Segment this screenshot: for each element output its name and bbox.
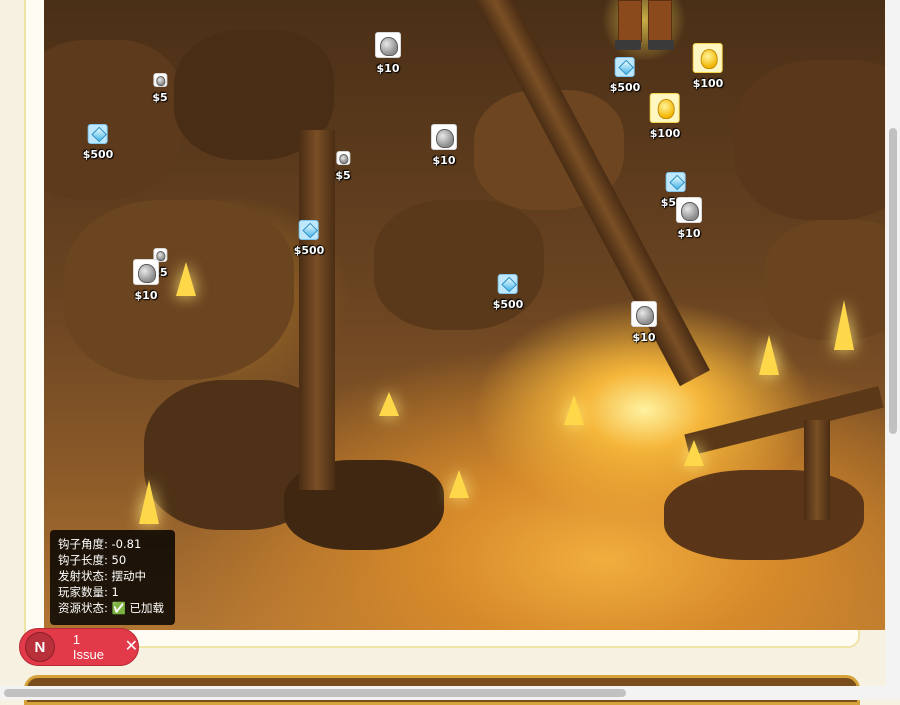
nextjs-logo-icon[interactable]: N	[25, 632, 55, 662]
rock-icon	[431, 124, 457, 150]
item-rock: $10	[676, 197, 702, 241]
miner-glow	[599, 0, 689, 60]
fire-state-readout: 发射状态: 摆动中	[58, 569, 147, 583]
item-diamond: $500	[82, 124, 114, 162]
hook-angle-readout: 钩子角度: -0.81	[58, 537, 142, 551]
player-count-readout: 玩家数量: 1	[58, 585, 119, 599]
horizontal-scrollbar-thumb[interactable]	[4, 689, 626, 697]
item-diamond: $500	[492, 274, 524, 312]
item-value: $5	[335, 169, 351, 182]
rock-icon	[375, 32, 401, 58]
crystal	[379, 392, 399, 416]
gold-nugget-icon	[650, 93, 680, 123]
issue-count-label[interactable]: 1 Issue	[73, 632, 115, 662]
item-value: $500	[492, 298, 524, 311]
item-value: $100	[649, 127, 681, 140]
item-value: $500	[293, 244, 325, 257]
close-icon[interactable]: ✕	[125, 639, 138, 655]
diamond-icon	[299, 220, 319, 240]
issue-badge[interactable]: N 1 Issue ✕	[19, 628, 139, 666]
item-rock: $10	[375, 32, 401, 76]
cave-rock	[734, 60, 885, 220]
item-value: $10	[134, 289, 158, 302]
diamond-icon	[498, 274, 518, 294]
item-value: $10	[677, 227, 701, 240]
item-rock: $5	[152, 72, 168, 105]
rock-icon	[676, 197, 702, 223]
item-gold: $100	[692, 43, 724, 91]
crystal	[564, 395, 584, 425]
item-value: $100	[692, 77, 724, 90]
wooden-beam	[299, 130, 335, 490]
gold-nugget-icon	[693, 43, 723, 73]
resource-state-readout: 资源状态: ✅ 已加载	[58, 601, 165, 615]
crystal	[834, 300, 854, 350]
rock-icon	[133, 259, 159, 285]
item-diamond: $500	[609, 57, 641, 95]
crystal	[449, 470, 469, 498]
item-gold: $100	[649, 93, 681, 141]
item-value: $500	[82, 148, 114, 161]
crystal	[684, 440, 704, 466]
cave-rock	[44, 40, 184, 200]
miner-leg-left	[618, 0, 642, 42]
debug-panel: 钩子角度: -0.81 钩子长度: 50 发射状态: 摆动中 玩家数量: 1 资…	[50, 530, 175, 625]
crystal	[139, 480, 159, 524]
hook-length-readout: 钩子长度: 50	[58, 553, 127, 567]
item-rock: $10	[431, 124, 457, 168]
miner-boot-left	[615, 40, 641, 50]
crystal	[176, 262, 196, 296]
diamond-icon	[615, 57, 635, 77]
wooden-beam	[804, 420, 830, 520]
diamond-icon	[666, 172, 686, 192]
item-value: $5	[152, 91, 168, 104]
wooden-beam	[684, 386, 884, 456]
diamond-icon	[88, 124, 108, 144]
crystal	[759, 335, 779, 375]
rock-icon	[631, 301, 657, 327]
cave-rock	[664, 470, 864, 560]
vertical-scrollbar-thumb[interactable]	[889, 128, 897, 434]
rock-icon	[153, 73, 167, 87]
item-diamond: $500	[293, 220, 325, 258]
miner-boot-right	[648, 40, 674, 50]
item-rock: $5	[335, 150, 351, 183]
item-value: $10	[432, 154, 456, 167]
item-value: $10	[632, 331, 656, 344]
rock-icon	[336, 151, 350, 165]
item-rock: $10	[631, 301, 657, 345]
cave-rock	[764, 220, 885, 340]
miner-leg-right	[648, 0, 672, 42]
item-value: $10	[376, 62, 400, 75]
item-rock: $10	[133, 259, 159, 303]
item-value: $500	[609, 81, 641, 94]
